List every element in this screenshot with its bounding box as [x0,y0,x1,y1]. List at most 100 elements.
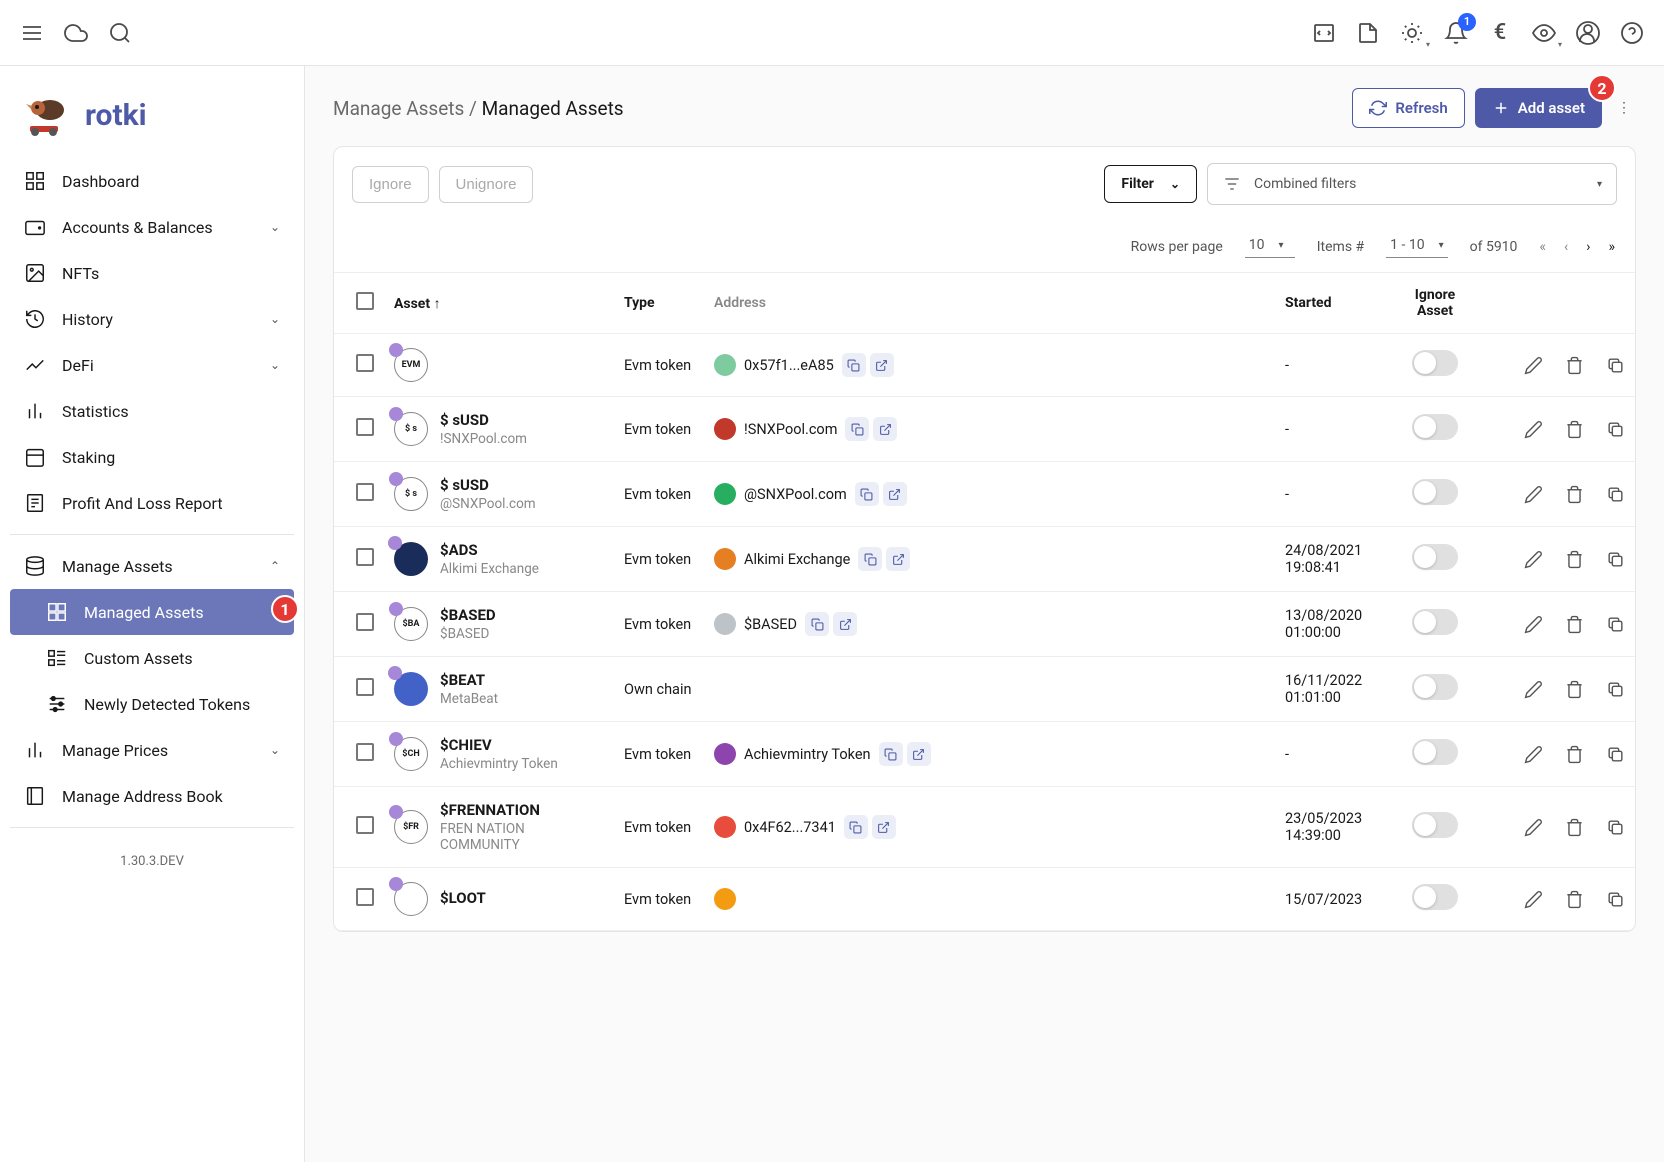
edit-icon[interactable] [1524,485,1543,504]
note-icon[interactable] [1356,21,1380,45]
row-checkbox[interactable] [356,354,374,372]
sidebar-item-defi[interactable]: DeFi⌄ [10,342,294,388]
ignore-toggle[interactable] [1412,350,1458,376]
row-checkbox[interactable] [356,743,374,761]
unignore-button[interactable]: Unignore [439,166,534,203]
row-checkbox[interactable] [356,678,374,696]
col-address[interactable]: Address [704,273,1275,334]
copy-address-icon[interactable] [844,815,868,839]
ignore-toggle[interactable] [1412,674,1458,700]
row-checkbox[interactable] [356,483,374,501]
delete-icon[interactable] [1565,550,1584,569]
sidebar-item-address-book[interactable]: Manage Address Book [10,773,294,819]
edit-icon[interactable] [1524,615,1543,634]
row-checkbox[interactable] [356,613,374,631]
edit-icon[interactable] [1524,745,1543,764]
copy-address-icon[interactable] [855,482,879,506]
select-all-checkbox[interactable] [356,292,374,310]
refresh-button[interactable]: Refresh [1352,88,1464,128]
sidebar-item-nfts[interactable]: NFTs [10,250,294,296]
ignore-toggle[interactable] [1412,739,1458,765]
sidebar-item-profit-and-loss-report[interactable]: Profit And Loss Report [10,480,294,526]
sidebar-item-newly-detected[interactable]: Newly Detected Tokens [10,681,294,727]
filter-button[interactable]: Filter ⌄ [1104,165,1197,203]
currency-icon[interactable]: € [1488,21,1512,45]
col-ignore[interactable]: Ignore Asset [1395,273,1475,334]
help-icon[interactable] [1620,21,1644,45]
ignore-button[interactable]: Ignore [352,166,429,203]
sidebar-item-managed-assets[interactable]: Managed Assets [10,589,294,635]
copy-address-icon[interactable] [805,612,829,636]
external-link-icon[interactable] [872,815,896,839]
copy-address-icon[interactable] [842,353,866,377]
row-checkbox[interactable] [356,816,374,834]
sidebar-item-dashboard[interactable]: Dashboard [10,158,294,204]
external-link-icon[interactable] [886,547,910,571]
edit-icon[interactable] [1524,890,1543,909]
ignore-toggle[interactable] [1412,609,1458,635]
search-icon[interactable] [108,21,132,45]
delete-icon[interactable] [1565,745,1584,764]
delete-icon[interactable] [1565,680,1584,699]
delete-icon[interactable] [1565,420,1584,439]
code-icon[interactable] [1312,21,1336,45]
duplicate-icon[interactable] [1606,818,1625,837]
delete-icon[interactable] [1565,818,1584,837]
account-icon[interactable] [1576,21,1600,45]
last-page-icon[interactable]: » [1608,239,1615,255]
edit-icon[interactable] [1524,680,1543,699]
menu-icon[interactable] [20,21,44,45]
duplicate-icon[interactable] [1606,550,1625,569]
external-link-icon[interactable] [883,482,907,506]
sidebar-item-manage-prices[interactable]: Manage Prices ⌄ [10,727,294,773]
row-checkbox[interactable] [356,548,374,566]
col-type[interactable]: Type [614,273,704,334]
external-link-icon[interactable] [873,417,897,441]
copy-address-icon[interactable] [879,742,903,766]
ignore-toggle[interactable] [1412,544,1458,570]
sidebar-item-custom-assets[interactable]: Custom Assets [10,635,294,681]
delete-icon[interactable] [1565,485,1584,504]
row-checkbox[interactable] [356,888,374,906]
col-started[interactable]: Started [1275,273,1395,334]
sidebar-item-manage-assets[interactable]: Manage Assets ⌃ [10,543,294,589]
edit-icon[interactable] [1524,356,1543,375]
edit-icon[interactable] [1524,550,1543,569]
sidebar-item-accounts-balances[interactable]: Accounts & Balances⌄ [10,204,294,250]
next-page-icon[interactable]: › [1586,239,1590,255]
notifications-icon[interactable]: 1 [1444,21,1468,45]
theme-icon[interactable]: ▾ [1400,21,1424,45]
edit-icon[interactable] [1524,420,1543,439]
ignore-toggle[interactable] [1412,884,1458,910]
col-asset[interactable]: Asset [394,296,430,312]
delete-icon[interactable] [1565,890,1584,909]
rows-per-page-select[interactable]: 10▾ [1245,235,1295,258]
duplicate-icon[interactable] [1606,680,1625,699]
copy-address-icon[interactable] [858,547,882,571]
external-link-icon[interactable] [870,353,894,377]
items-range-select[interactable]: 1 - 10▾ [1386,235,1447,258]
ignore-toggle[interactable] [1412,479,1458,505]
privacy-icon[interactable]: ▾ [1532,21,1556,45]
sidebar-item-staking[interactable]: Staking [10,434,294,480]
combined-filters[interactable]: Combined filters ▾ [1207,163,1617,205]
duplicate-icon[interactable] [1606,485,1625,504]
more-menu-icon[interactable]: ⋮ [1612,96,1636,120]
sidebar-item-history[interactable]: History⌄ [10,296,294,342]
cloud-icon[interactable] [64,21,88,45]
external-link-icon[interactable] [907,742,931,766]
ignore-toggle[interactable] [1412,414,1458,440]
prev-page-icon[interactable]: ‹ [1564,239,1568,255]
duplicate-icon[interactable] [1606,615,1625,634]
row-checkbox[interactable] [356,418,374,436]
delete-icon[interactable] [1565,615,1584,634]
first-page-icon[interactable]: « [1539,239,1546,255]
duplicate-icon[interactable] [1606,420,1625,439]
ignore-toggle[interactable] [1412,812,1458,838]
duplicate-icon[interactable] [1606,356,1625,375]
edit-icon[interactable] [1524,818,1543,837]
duplicate-icon[interactable] [1606,890,1625,909]
add-asset-button[interactable]: Add asset [1475,88,1602,128]
delete-icon[interactable] [1565,356,1584,375]
brand[interactable]: rotki [10,84,294,158]
